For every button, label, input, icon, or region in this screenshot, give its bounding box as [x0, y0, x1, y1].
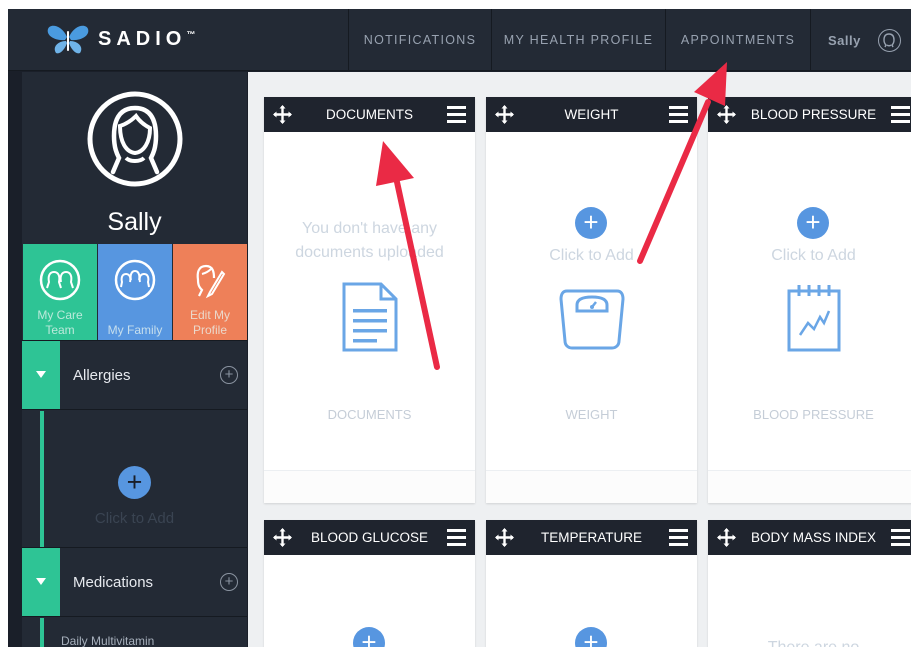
my-care-team-label: My Care Team	[37, 308, 83, 337]
sidebar: Sally My Care Team My Family Edit My Pro…	[22, 72, 247, 647]
bmi-empty-message: There are no	[708, 636, 911, 647]
user-name: Sally	[828, 32, 861, 48]
card-title: BLOOD GLUCOSE	[310, 530, 429, 545]
card-header: BLOOD GLUCOSE	[264, 520, 475, 555]
medications-toggle[interactable]	[22, 548, 60, 616]
care-team-icon	[39, 259, 81, 301]
card-title: BLOOD PRESSURE	[750, 107, 877, 122]
card-header: BODY MASS INDEX	[708, 520, 911, 555]
hamburger-menu-icon[interactable]	[447, 106, 466, 123]
app-window: SADIO™ NOTIFICATIONS MY HEALTH PROFILE A…	[8, 9, 911, 647]
blood-pressure-footer-label: BLOOD PRESSURE	[753, 407, 874, 422]
medications-section-header[interactable]: Medications +	[22, 547, 247, 617]
edit-profile-icon	[196, 264, 226, 299]
weight-footer-label: WEIGHT	[565, 407, 618, 422]
hamburger-menu-icon[interactable]	[891, 106, 910, 123]
card-title: WEIGHT	[564, 107, 619, 122]
blood-pressure-card: BLOOD PRESSURE + Click to Add BLOOD PRES…	[708, 97, 911, 503]
allergies-body: + Click to Add	[22, 411, 247, 547]
chart-notepad-icon	[787, 285, 840, 352]
user-menu[interactable]: Sally	[810, 9, 911, 71]
weight-card: WEIGHT + Click to Add WEIGHT	[486, 97, 697, 503]
card-header: DOCUMENTS	[264, 97, 475, 132]
medications-label: Medications	[73, 574, 154, 591]
hamburger-menu-icon[interactable]	[891, 529, 910, 546]
profile-avatar-icon[interactable]	[86, 90, 184, 188]
caret-down-icon	[36, 578, 46, 585]
temperature-card: TEMPERATURE +	[486, 520, 697, 647]
my-family-label: My Family	[107, 323, 163, 337]
add-blood-glucose-button[interactable]: +	[353, 627, 385, 647]
section-indicator-line	[40, 618, 44, 647]
user-avatar-icon	[877, 28, 901, 52]
add-weight-button[interactable]: +	[575, 207, 607, 239]
card-title: DOCUMENTS	[326, 107, 413, 122]
top-navigation-bar: SADIO™ NOTIFICATIONS MY HEALTH PROFILE A…	[8, 9, 911, 71]
scale-icon	[558, 289, 625, 350]
blood-glucose-card: BLOOD GLUCOSE +	[264, 520, 475, 647]
card-footer	[708, 470, 911, 503]
hamburger-menu-icon[interactable]	[669, 106, 688, 123]
my-family-tile[interactable]: My Family	[98, 244, 172, 340]
add-blood-pressure-button[interactable]: +	[797, 207, 829, 239]
dashboard-grid: DOCUMENTS You don't have any documents u…	[248, 72, 911, 647]
card-footer	[264, 470, 475, 503]
medication-item[interactable]: Daily Multivitamin	[61, 634, 154, 647]
documents-footer-label: DOCUMENTS	[327, 407, 412, 422]
card-title: TEMPERATURE	[540, 530, 642, 545]
allergies-toggle[interactable]	[22, 341, 60, 409]
allergies-section-header[interactable]: Allergies +	[22, 340, 247, 410]
add-allergy-button[interactable]: +	[118, 466, 151, 499]
profile-name: Sally	[107, 208, 162, 236]
add-allergy-icon[interactable]: +	[220, 366, 238, 384]
allergies-label: Allergies	[73, 367, 131, 384]
butterfly-icon	[47, 25, 89, 54]
medications-body: Daily Multivitamin	[22, 618, 247, 647]
my-care-team-tile[interactable]: My Care Team	[23, 244, 97, 340]
brand-wordmark: SADIO™	[98, 27, 196, 50]
family-icon	[114, 259, 156, 301]
allergies-click-to-add[interactable]: Click to Add	[22, 510, 247, 527]
edit-my-profile-tile[interactable]: Edit My Profile	[173, 244, 247, 340]
weight-click-to-add[interactable]: Click to Add	[486, 244, 697, 268]
nav-my-health-profile[interactable]: MY HEALTH PROFILE	[491, 9, 665, 71]
hamburger-menu-icon[interactable]	[669, 529, 688, 546]
card-title: BODY MASS INDEX	[750, 530, 877, 545]
caret-down-icon	[36, 371, 46, 378]
blood-pressure-click-to-add[interactable]: Click to Add	[708, 244, 911, 268]
sadio-logo[interactable]: SADIO™	[46, 23, 195, 55]
body-mass-index-card: BODY MASS INDEX There are no	[708, 520, 911, 647]
hamburger-menu-icon[interactable]	[447, 529, 466, 546]
card-header: BLOOD PRESSURE	[708, 97, 911, 132]
card-header: WEIGHT	[486, 97, 697, 132]
nav-appointments[interactable]: APPOINTMENTS	[665, 9, 810, 71]
card-footer	[486, 470, 697, 503]
documents-empty-message: You don't have any documents uploaded	[295, 220, 444, 261]
add-medication-icon[interactable]: +	[220, 573, 238, 591]
nav-notifications[interactable]: NOTIFICATIONS	[348, 9, 491, 71]
add-temperature-button[interactable]: +	[575, 627, 607, 647]
documents-card: DOCUMENTS You don't have any documents u…	[264, 97, 475, 503]
card-header: TEMPERATURE	[486, 520, 697, 555]
document-icon	[342, 282, 397, 352]
edit-my-profile-label: Edit My Profile	[189, 308, 230, 337]
